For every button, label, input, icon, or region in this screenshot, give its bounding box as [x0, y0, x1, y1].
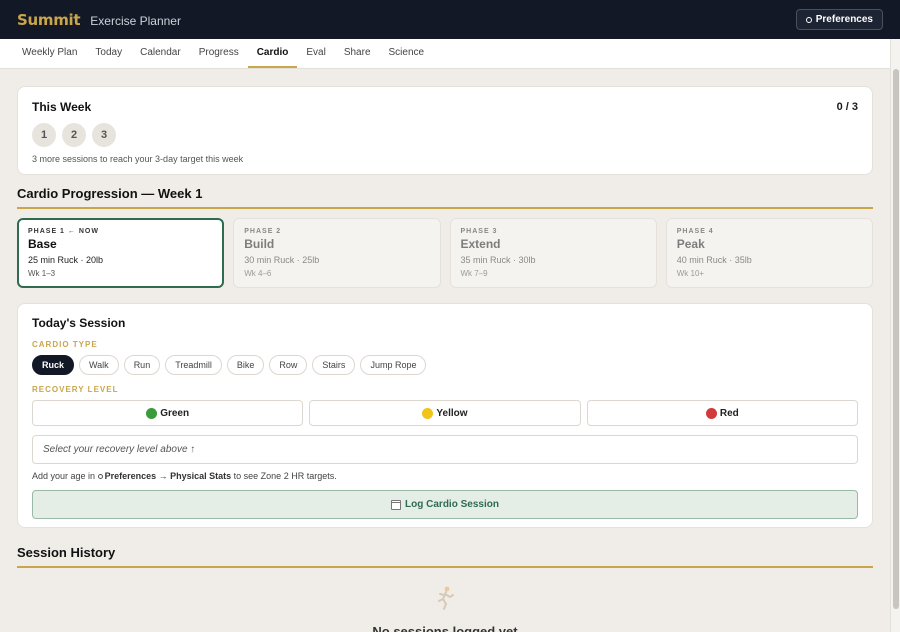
cardio-type-treadmill[interactable]: Treadmill [165, 355, 222, 375]
cardio-type-ruck[interactable]: Ruck [32, 355, 75, 375]
age-note-prefix: Add your age in [32, 471, 96, 481]
recovery-option-label: Yellow [436, 407, 468, 419]
tab-progress[interactable]: Progress [190, 39, 248, 68]
log-cardio-session-label: Log Cardio Session [405, 499, 499, 510]
recovery-level-label: RECOVERY LEVEL [32, 385, 119, 394]
phase-label: PHASE 1 ← NOW [28, 228, 99, 235]
app-logo[interactable]: Summit [17, 11, 81, 29]
week-day-circle: 1 [32, 123, 56, 147]
recovery-yellow-button[interactable]: Yellow [309, 400, 581, 426]
red-circle-icon [705, 407, 717, 419]
calendar-icon [391, 499, 402, 510]
phase-detail: 25 min Ruck · 20lb [28, 255, 104, 265]
session-history-empty-state: No sessions logged yet [17, 585, 873, 632]
recovery-hint-box: Select your recovery level above ↑ [32, 435, 858, 464]
session-history-title: Session History [17, 545, 873, 568]
tab-share[interactable]: Share [335, 39, 380, 68]
phase-weeks: Wk 4–6 [244, 269, 272, 278]
no-sessions-text: No sessions logged yet [372, 624, 518, 632]
gear-icon [805, 16, 812, 23]
gear-icon [97, 474, 103, 480]
phase-card-peak[interactable]: PHASE 4 Peak 40 min Ruck · 35lb Wk 10+ [665, 218, 873, 288]
todays-session-card: Today's Session CARDIO TYPE Ruck Walk Ru… [17, 303, 873, 528]
phase-detail: 40 min Ruck · 35lb [676, 255, 752, 265]
week-day-circle: 3 [92, 123, 116, 147]
phase-label: PHASE 4 [676, 228, 714, 235]
phase-weeks: Wk 10+ [676, 269, 705, 278]
recovery-green-button[interactable]: Green [32, 400, 304, 426]
tab-cardio[interactable]: Cardio [247, 39, 298, 68]
yellow-circle-icon [422, 407, 434, 419]
phase-card-extend[interactable]: PHASE 3 Extend 35 min Ruck · 30lb Wk 7–9 [449, 218, 657, 288]
this-week-card: This Week 0 / 3 1 2 3 3 more sessions to… [17, 86, 873, 175]
cardio-type-bike[interactable]: Bike [226, 355, 265, 375]
age-note: Add your age in Preferences → Physical S… [32, 471, 858, 481]
tab-eval[interactable]: Eval [297, 39, 334, 68]
tab-science[interactable]: Science [380, 39, 434, 68]
app-subtitle: Exercise Planner [90, 13, 181, 28]
main-content: This Week 0 / 3 1 2 3 3 more sessions to… [17, 86, 873, 632]
scrollbar-thumb[interactable] [893, 69, 899, 609]
cardio-type-run[interactable]: Run [123, 355, 161, 375]
recovery-red-button[interactable]: Red [586, 400, 858, 426]
recovery-level-options: Green Yellow Red [32, 400, 858, 426]
recovery-option-label: Green [160, 407, 190, 419]
todays-session-title: Today's Session [32, 316, 126, 330]
cardio-type-label: CARDIO TYPE [32, 340, 98, 349]
cardio-type-stairs[interactable]: Stairs [312, 355, 356, 375]
cardio-type-row[interactable]: Row [269, 355, 308, 375]
phase-list: PHASE 1 ← NOW Base 25 min Ruck · 20lb Wk… [17, 218, 873, 288]
top-bar: Summit Exercise Planner Preferences [0, 0, 900, 39]
log-cardio-session-button[interactable]: Log Cardio Session [32, 490, 858, 519]
phase-detail: 35 min Ruck · 30lb [460, 255, 536, 265]
phase-label: PHASE 3 [460, 228, 498, 235]
phase-card-base[interactable]: PHASE 1 ← NOW Base 25 min Ruck · 20lb Wk… [17, 218, 225, 288]
phase-name: Build [244, 237, 275, 251]
preferences-label: Preferences [815, 14, 873, 25]
runner-icon [438, 586, 454, 610]
cardio-type-walk[interactable]: Walk [79, 355, 119, 375]
tab-calendar[interactable]: Calendar [131, 39, 190, 68]
week-target-note: 3 more sessions to reach your 3-day targ… [32, 154, 244, 164]
recovery-option-label: Red [719, 407, 739, 419]
page-scrollbar[interactable] [890, 39, 900, 632]
this-week-title: This Week [32, 100, 92, 114]
week-session-count: 0 / 3 [836, 101, 858, 113]
tab-weekly-plan[interactable]: Weekly Plan [13, 39, 86, 68]
phase-detail: 30 min Ruck · 25lb [244, 255, 320, 265]
tab-bar: Weekly Plan Today Calendar Progress Card… [0, 39, 890, 69]
preferences-physical-stats-link[interactable]: Preferences → Physical Stats [105, 471, 232, 481]
week-day-circle: 2 [62, 123, 86, 147]
phase-label: PHASE 2 [244, 228, 282, 235]
tab-today[interactable]: Today [86, 39, 131, 68]
week-day-circles: 1 2 3 [32, 123, 858, 147]
phase-name: Extend [460, 237, 501, 251]
phase-weeks: Wk 7–9 [460, 269, 488, 278]
green-circle-icon [146, 407, 158, 419]
age-note-suffix: to see Zone 2 HR targets. [233, 471, 337, 481]
phase-name: Peak [676, 237, 705, 251]
preferences-button[interactable]: Preferences [795, 9, 883, 30]
phase-card-build[interactable]: PHASE 2 Build 30 min Ruck · 25lb Wk 4–6 [233, 218, 441, 288]
phase-weeks: Wk 1–3 [28, 269, 56, 278]
phase-name: Base [28, 237, 57, 251]
cardio-progression-title: Cardio Progression — Week 1 [17, 186, 873, 209]
cardio-type-chips: Ruck Walk Run Treadmill Bike Row Stairs … [32, 355, 858, 375]
cardio-type-jump-rope[interactable]: Jump Rope [360, 355, 427, 375]
